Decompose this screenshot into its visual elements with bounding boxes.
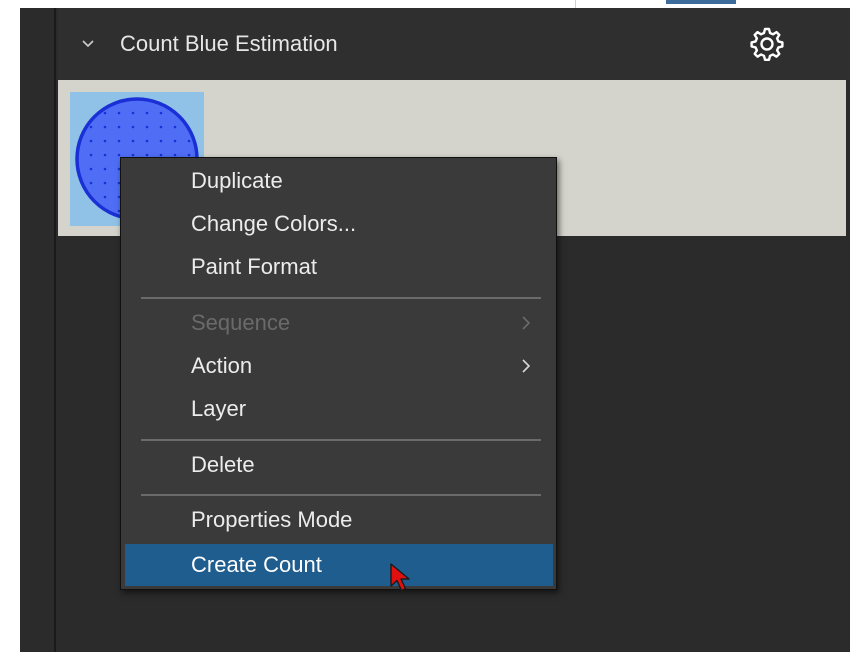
menu-item-label: Paint Format [191,254,317,279]
menu-item-create-count[interactable]: Create Count [125,544,553,586]
top-strip [0,0,850,8]
top-separator [575,0,576,8]
menu-item-duplicate[interactable]: Duplicate [125,160,553,202]
menu-item-layer[interactable]: Layer [125,388,553,430]
panel-header[interactable]: Count Blue Estimation [58,8,850,80]
menu-item-change-colors[interactable]: Change Colors... [125,203,553,245]
menu-item-label: Delete [191,452,255,477]
menu-item-action[interactable]: Action [125,345,553,387]
menu-item-sequence: Sequence [125,302,553,344]
menu-item-label: Duplicate [191,168,283,193]
menu-item-properties-mode[interactable]: Properties Mode [125,499,553,541]
menu-item-label: Properties Mode [191,507,353,532]
top-accent-bar [666,0,736,4]
menu-item-label: Sequence [191,310,291,335]
mouse-pointer-icon [390,563,410,592]
menu-item-label: Layer [191,396,247,421]
gear-icon[interactable] [748,25,786,63]
menu-divider [141,439,541,441]
context-menu: Duplicate Change Colors... Paint Format … [120,157,557,590]
menu-item-label: Create Count [191,552,322,577]
left-strip [0,8,20,652]
menu-item-label: Action [191,353,253,378]
chevron-right-icon [522,359,531,373]
menu-item-paint-format[interactable]: Paint Format [125,246,553,288]
left-panel [20,8,56,652]
menu-divider [141,494,541,496]
panel-title: Count Blue Estimation [120,31,338,56]
menu-item-delete[interactable]: Delete [125,444,553,486]
chevron-right-icon [522,316,531,330]
chevron-down-icon[interactable] [80,36,96,52]
menu-item-label: Change Colors... [191,211,357,236]
menu-divider [141,297,541,299]
